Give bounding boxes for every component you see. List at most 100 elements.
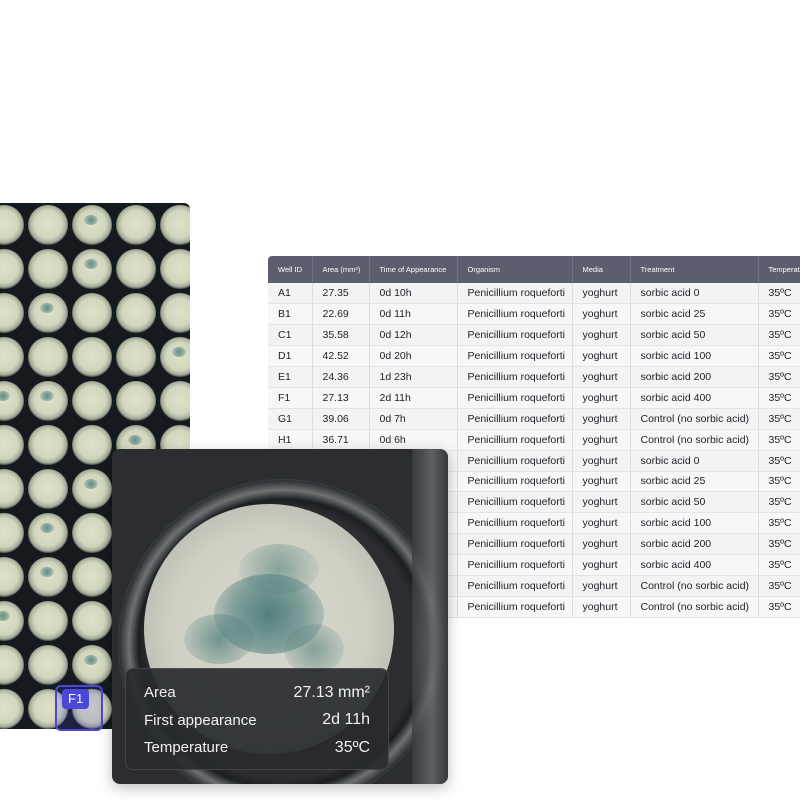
cell-organism: Penicillium roqueforti <box>457 345 573 368</box>
cell-well-id: B1 <box>268 303 313 326</box>
plate-well[interactable] <box>28 249 68 289</box>
plate-well[interactable] <box>0 293 24 333</box>
cell-treatment: sorbic acid 25 <box>630 471 759 493</box>
table-row[interactable]: H1 36.71 0d 6h Penicillium roqueforti yoghur… <box>268 429 800 451</box>
plate-well[interactable] <box>116 249 156 289</box>
plate-well[interactable] <box>28 293 68 333</box>
table-row[interactable]: A1 27.35 0d 10h Penicillium roqueforti yoghu… <box>268 283 800 305</box>
cell-media: yoghurt <box>572 554 631 576</box>
plate-well[interactable] <box>72 513 112 553</box>
cell-media: yoghurt <box>572 324 631 347</box>
cell-temperature: 35ºC <box>758 471 800 493</box>
info-value: 27.13 mm² <box>293 683 370 701</box>
column-header-organism[interactable]: Organism <box>457 256 573 283</box>
cell-organism: Penicillium roqueforti <box>457 575 573 597</box>
cell-organism: Penicillium roqueforti <box>457 429 573 451</box>
plate-well[interactable] <box>28 205 68 245</box>
plate-well[interactable] <box>0 381 24 421</box>
column-header-well-id[interactable]: Well ID <box>268 256 313 283</box>
cell-temperature: 35ºC <box>758 429 800 451</box>
plate-well[interactable] <box>28 337 68 377</box>
plate-well[interactable] <box>0 469 24 509</box>
plate-well[interactable] <box>28 381 68 421</box>
cell-treatment: Control (no sorbic acid) <box>630 429 759 451</box>
table-row[interactable]: F1 27.13 2d 11h Penicillium roqueforti yoghu… <box>268 387 800 409</box>
cell-area: 39.06 <box>312 408 370 430</box>
plate-well[interactable] <box>0 557 24 597</box>
cell-media: yoghurt <box>572 366 631 388</box>
cell-temperature: 35ºC <box>758 575 800 597</box>
plate-well[interactable] <box>72 205 112 245</box>
plate-well[interactable] <box>72 557 112 597</box>
cell-media: yoghurt <box>572 387 631 409</box>
cell-organism: Penicillium roqueforti <box>457 512 573 535</box>
plate-well[interactable] <box>28 513 68 553</box>
plate-well[interactable] <box>116 381 156 421</box>
table-row[interactable]: B1 22.69 0d 11h Penicillium roqueforti yoghu… <box>268 303 800 326</box>
cell-media: yoghurt <box>572 408 631 430</box>
plate-well[interactable] <box>0 645 24 685</box>
cell-organism: Penicillium roqueforti <box>457 554 573 576</box>
table-row[interactable]: D1 42.52 0d 20h Penicillium roqueforti yoghu… <box>268 345 800 368</box>
plate-well[interactable] <box>0 337 24 377</box>
plate-well[interactable] <box>160 249 190 289</box>
cell-media: yoghurt <box>572 596 631 618</box>
cell-organism: Penicillium roqueforti <box>457 324 573 347</box>
cell-well-id: E1 <box>268 366 313 388</box>
cell-treatment: Control (no sorbic acid) <box>630 596 759 618</box>
column-header-time-of-appearance[interactable]: Time of Appearance <box>369 256 458 283</box>
plate-well[interactable] <box>28 645 68 685</box>
cell-treatment: sorbic acid 200 <box>630 533 759 556</box>
cell-temperature: 35ºC <box>758 303 800 326</box>
cell-treatment: sorbic acid 400 <box>630 387 759 409</box>
plate-well[interactable] <box>160 205 190 245</box>
cell-time: 0d 12h <box>369 324 458 347</box>
cell-treatment: sorbic acid 0 <box>630 450 759 472</box>
plate-well[interactable] <box>72 249 112 289</box>
plate-well[interactable] <box>28 469 68 509</box>
plate-well[interactable] <box>0 425 24 465</box>
plate-well[interactable] <box>72 601 112 641</box>
table-row[interactable]: C1 35.58 0d 12h Penicillium roqueforti yoghu… <box>268 324 800 347</box>
column-header-treatment[interactable]: Treatment <box>630 256 759 283</box>
plate-well[interactable] <box>28 425 68 465</box>
cell-area: 36.71 <box>312 429 370 451</box>
column-header-area[interactable]: Area (mm²) <box>312 256 370 283</box>
plate-well[interactable] <box>0 205 24 245</box>
plate-well[interactable] <box>72 645 112 685</box>
plate-well[interactable] <box>0 601 24 641</box>
plate-well[interactable] <box>28 557 68 597</box>
plate-well[interactable] <box>116 293 156 333</box>
plate-well[interactable] <box>0 513 24 553</box>
cell-media: yoghurt <box>572 512 631 535</box>
column-header-temperature[interactable]: Temperature <box>758 256 800 283</box>
plate-well[interactable] <box>0 249 24 289</box>
plate-well[interactable] <box>160 293 190 333</box>
cell-well-id: G1 <box>268 408 313 430</box>
cell-media: yoghurt <box>572 283 631 305</box>
info-row-area: Area 27.13 mm² <box>144 679 370 707</box>
plate-well[interactable] <box>28 601 68 641</box>
plate-well[interactable] <box>72 337 112 377</box>
adjacent-well-edge <box>412 449 448 784</box>
cell-treatment: sorbic acid 200 <box>630 366 759 388</box>
plate-well[interactable] <box>72 469 112 509</box>
cell-treatment: sorbic acid 100 <box>630 512 759 535</box>
cell-organism: Penicillium roqueforti <box>457 303 573 326</box>
plate-well[interactable] <box>72 381 112 421</box>
plate-well[interactable] <box>72 293 112 333</box>
plate-well[interactable] <box>116 205 156 245</box>
column-header-media[interactable]: Media <box>572 256 631 283</box>
plate-well[interactable] <box>0 689 24 729</box>
cell-temperature: 35ºC <box>758 387 800 409</box>
mold-colony <box>284 624 344 674</box>
cell-treatment: sorbic acid 100 <box>630 345 759 368</box>
cell-treatment: sorbic acid 50 <box>630 491 759 514</box>
plate-well[interactable] <box>160 381 190 421</box>
cell-treatment: Control (no sorbic acid) <box>630 408 759 430</box>
table-row[interactable]: E1 24.36 1d 23h Penicillium roqueforti yoghu… <box>268 366 800 388</box>
plate-well[interactable] <box>160 337 190 377</box>
plate-well[interactable] <box>116 337 156 377</box>
plate-well[interactable] <box>72 425 112 465</box>
table-row[interactable]: G1 39.06 0d 7h Penicillium roqueforti yoghur… <box>268 408 800 430</box>
